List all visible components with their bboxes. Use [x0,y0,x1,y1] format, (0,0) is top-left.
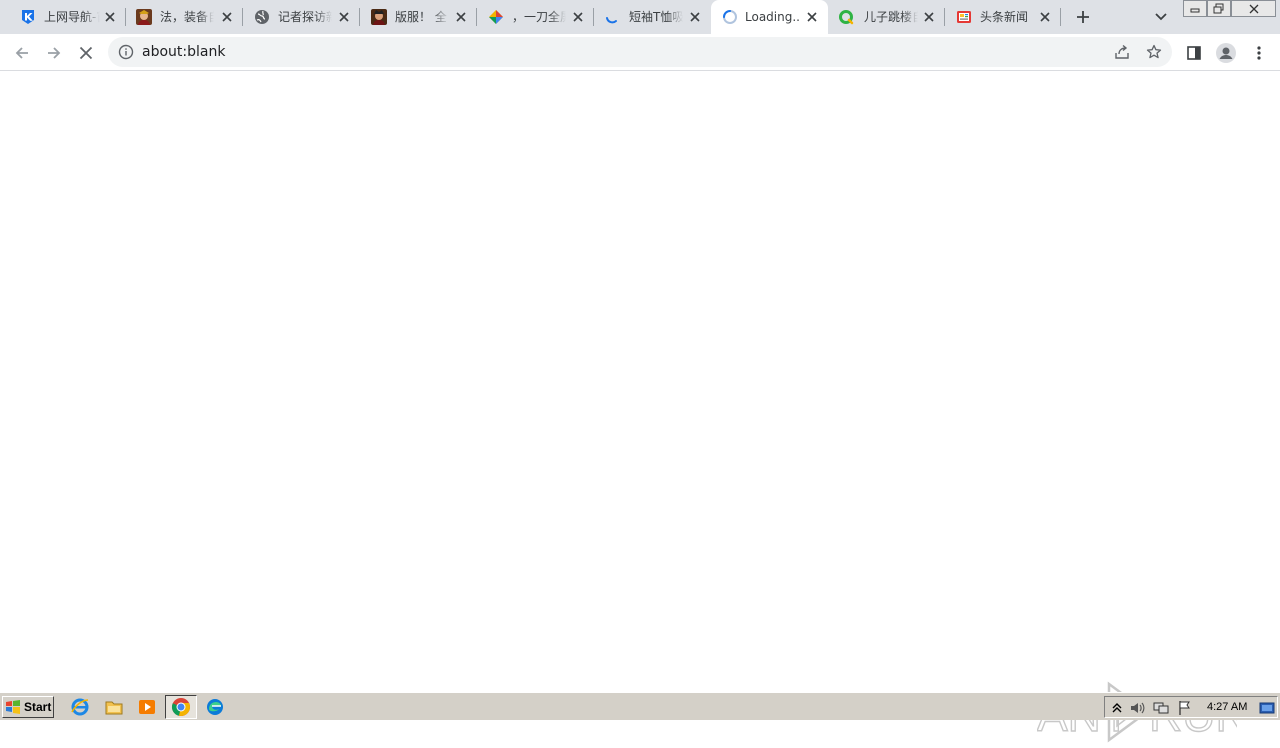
browser-tab[interactable]: 头条新闻 [945,0,1061,34]
browser-tab[interactable]: 法，装备自 [126,0,243,34]
news-icon [957,11,971,23]
loading-spinner-icon [723,10,737,24]
network-icon[interactable] [1153,700,1169,716]
tab-title: 头条新闻 [980,10,1029,24]
new-tab-button[interactable] [1071,5,1095,29]
info-icon[interactable] [118,44,134,60]
address-bar[interactable]: about:blank [108,37,1172,67]
plus-icon [1077,11,1089,23]
chrome-taskbar-button[interactable] [165,695,197,719]
volume-icon[interactable] [1129,700,1145,716]
loading-spinner-icon [606,17,617,24]
system-tray [1104,696,1278,718]
show-desktop-icon[interactable] [1259,700,1275,716]
close-icon [79,46,93,60]
chevron-down-icon [1155,13,1167,21]
tab-title: Loading... [745,10,801,24]
profile-button[interactable] [1214,41,1238,65]
close-tab-icon[interactable] [453,9,469,25]
media-player-icon[interactable] [137,697,157,717]
edge-icon[interactable] [205,697,225,717]
tab-search-button[interactable] [1150,6,1172,28]
minimize-icon [1190,8,1200,12]
tab-title: ，一刀全屏 [512,10,566,24]
internet-explorer-icon[interactable] [70,697,90,717]
green-ring-icon [839,10,854,25]
browser-tab[interactable]: 记者探访新 [243,0,360,34]
arrow-right-icon [48,47,61,59]
chrome-icon [171,698,191,717]
menu-button[interactable] [1247,41,1271,65]
close-tab-icon[interactable] [921,9,937,25]
tab-title: 儿子跳楼自 [864,10,918,24]
start-button[interactable]: Start [2,696,54,718]
close-tab-icon[interactable] [1037,9,1053,25]
close-tab-icon[interactable] [219,9,235,25]
close-icon [1249,4,1258,13]
browser-tab[interactable]: 版服！ 全 [360,0,477,34]
browser-toolbar: about:blank [0,34,1280,71]
file-explorer-icon[interactable] [104,697,124,717]
game-avatar-icon [136,9,152,25]
star-icon[interactable] [1146,44,1162,60]
restore-icon [1213,3,1224,14]
start-label: Start [24,700,52,714]
restore-button[interactable] [1207,0,1231,17]
close-tab-icon[interactable] [804,9,820,25]
back-button[interactable] [10,41,34,65]
close-tab-icon[interactable] [102,9,118,25]
tab-title: 上网导航-首 [44,10,100,24]
browser-tab[interactable]: 儿子跳楼自 [828,0,945,34]
tab-strip: 上网导航-首 法，装备自 记者探访新 [0,0,1280,34]
close-tab-icon[interactable] [336,9,352,25]
minimize-button[interactable] [1183,0,1207,17]
side-panel-icon [1187,46,1201,60]
tab-title: 版服！ 全 [395,10,447,24]
browser-tab[interactable]: 上网导航-首 [0,0,126,34]
action-center-flag-icon[interactable] [1177,700,1193,716]
tab-title: 短袖T恤吸 [629,10,683,24]
globe-icon [255,10,269,24]
browser-tab[interactable]: 短袖T恤吸 [594,0,711,34]
tab-title: 法，装备自 [160,10,214,24]
browser-tab-active[interactable]: Loading... [711,0,828,34]
stop-loading-button[interactable] [74,41,98,65]
tab-separator [1060,8,1061,26]
page-content: ANY RUN [0,72,1280,743]
side-panel-button[interactable] [1182,41,1206,65]
kebab-menu-icon [1257,46,1261,60]
close-tab-icon[interactable] [687,9,703,25]
url-text[interactable]: about:blank [142,44,225,60]
show-hidden-icons-icon[interactable] [1109,700,1125,716]
navigation-site-icon [22,10,34,24]
tab-title: 记者探访新 [278,10,332,24]
arrow-left-icon [15,47,28,59]
clock[interactable]: 4:27 AM [1207,701,1247,713]
game-avatar-icon [371,9,387,25]
share-icon[interactable] [1114,44,1130,60]
forward-button[interactable] [42,41,66,65]
close-tab-icon[interactable] [570,9,586,25]
taskbar: Start 4:27 AM [0,692,1280,720]
browser-tab[interactable]: ，一刀全屏 [477,0,594,34]
close-window-button[interactable] [1231,0,1276,17]
windows-logo-icon [6,700,20,714]
colorful-diamond-icon [489,10,503,24]
avatar-icon [1216,43,1236,63]
